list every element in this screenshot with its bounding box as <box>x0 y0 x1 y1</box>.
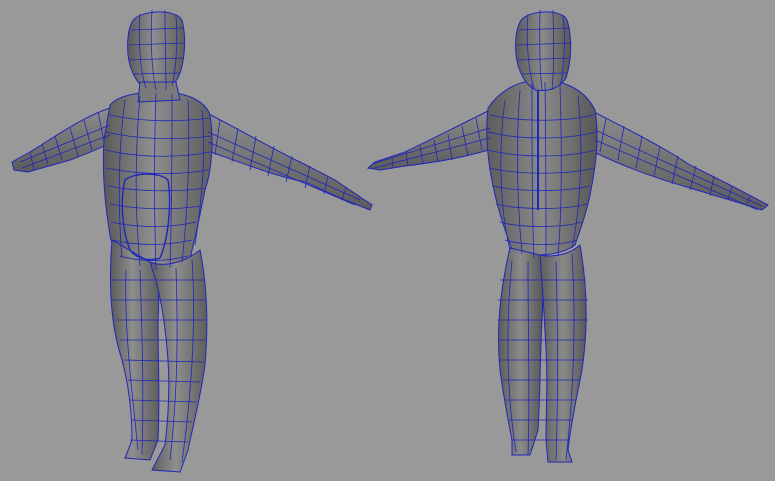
3d-viewport[interactable] <box>0 0 775 481</box>
front-neck <box>137 81 181 103</box>
viewport-canvas[interactable] <box>0 0 775 481</box>
back-right-arm <box>589 109 769 211</box>
back-left-leg <box>497 247 544 456</box>
front-view-character-mesh[interactable] <box>11 9 373 473</box>
back-right-leg <box>539 244 587 463</box>
front-left-leg <box>109 239 160 461</box>
back-head <box>515 11 572 91</box>
front-left-arm <box>11 107 119 173</box>
front-right-arm <box>204 111 373 211</box>
back-view-character-mesh[interactable] <box>366 9 769 463</box>
